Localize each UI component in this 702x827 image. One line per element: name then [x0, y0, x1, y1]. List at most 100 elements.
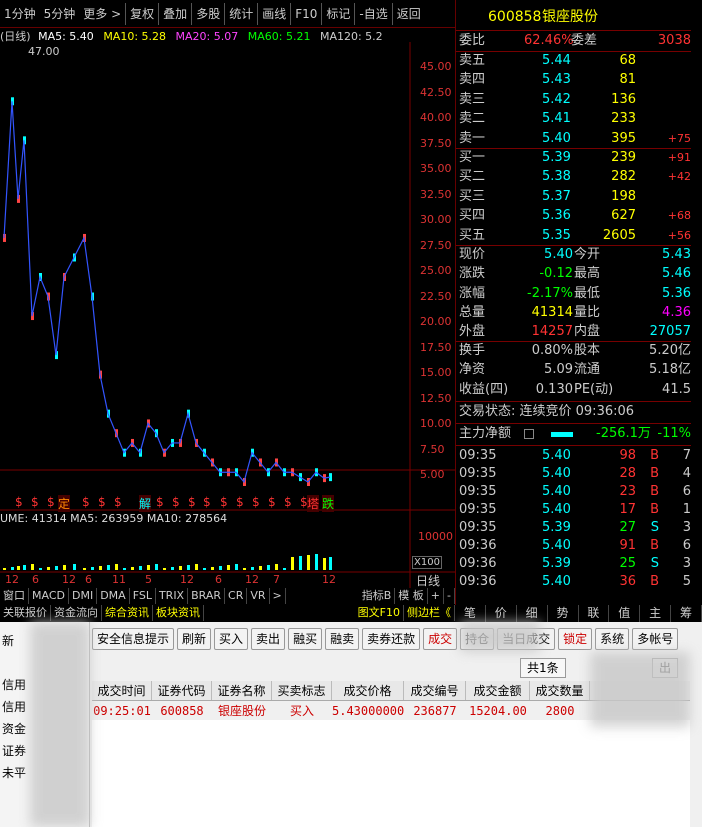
indicator-tab[interactable]: +: [428, 588, 445, 604]
orderbook-volume: 136: [611, 91, 636, 107]
ma60-label: MA60: 5.21: [247, 30, 311, 42]
ma5-label: MA5: 5.40: [38, 30, 94, 42]
indicator-tab[interactable]: -: [444, 588, 455, 604]
indicator-tab[interactable]: FSL: [130, 588, 156, 604]
orderbook-row[interactable]: 卖五 5.44 68: [456, 52, 691, 70]
toolbar-item-draw[interactable]: 画线: [257, 2, 290, 25]
orderbook-row[interactable]: 买二 5.38 282 +42: [456, 168, 691, 186]
toolbar-item-back[interactable]: 返回: [391, 2, 425, 25]
indicator-tab[interactable]: DMA: [97, 588, 130, 604]
table-column-header[interactable]: 证券代码: [152, 681, 212, 700]
indicator-tab[interactable]: CR: [225, 588, 248, 604]
expand-icon[interactable]: [524, 429, 534, 439]
orderbook-row[interactable]: 卖二 5.41 233: [456, 110, 691, 128]
orderbook-volume: 282: [611, 169, 636, 185]
trade-nav-item[interactable]: 资金: [2, 720, 26, 737]
orderbook-row[interactable]: 买四 5.36 627 +68: [456, 207, 691, 225]
trade-button[interactable]: 系统: [595, 628, 630, 650]
quote-tab[interactable]: 主: [640, 605, 672, 622]
quote-tab[interactable]: 势: [548, 605, 579, 622]
tick-count: 6: [682, 538, 691, 553]
indicator-tab[interactable]: 模 板: [395, 588, 428, 604]
trade-button[interactable]: 融买: [288, 628, 323, 650]
indicator-tab[interactable]: 指标B: [359, 588, 396, 604]
tick-time: 09:36: [459, 556, 497, 571]
quote-tab[interactable]: 细: [517, 605, 548, 622]
table-column-header[interactable]: 成交数量: [530, 681, 590, 700]
quote-tab[interactable]: 笔: [455, 605, 486, 622]
volume-bar: [83, 568, 86, 570]
table-column-header[interactable]: 成交时间: [92, 681, 152, 700]
info-tab[interactable]: 综合资讯: [102, 605, 153, 621]
table-column-header[interactable]: 成交价格: [332, 681, 404, 700]
toolbar-item-more[interactable]: 更多 >: [79, 3, 125, 25]
trade-nav-item[interactable]: 信用: [2, 698, 26, 715]
table-column-header[interactable]: 买卖标志: [272, 681, 332, 700]
indicator-tab[interactable]: 窗口: [0, 588, 29, 604]
indicator-tab[interactable]: TRIX: [156, 588, 189, 604]
toolbar-item-overlay[interactable]: 叠加: [158, 2, 191, 25]
orderbook-row[interactable]: 卖四 5.43 81: [456, 71, 691, 89]
trade-nav-item[interactable]: 证券: [2, 742, 26, 759]
info-tab[interactable]: 板块资讯: [153, 605, 204, 621]
orderbook-row[interactable]: 买三 5.37 198: [456, 188, 691, 206]
main-flow-value: -256.1万: [596, 426, 651, 441]
trade-button[interactable]: 成交: [423, 628, 458, 650]
trade-button[interactable]: 安全信息提示: [92, 628, 175, 650]
indicator-tab[interactable]: MACD: [29, 588, 69, 604]
toolbar-item-1min[interactable]: 1分钟: [0, 3, 40, 25]
toolbar-item-watchlist[interactable]: -自选: [354, 2, 391, 25]
date-axis-label[interactable]: 日线: [416, 572, 440, 589]
indicator-tab[interactable]: VR: [247, 588, 270, 604]
quote-tab[interactable]: 筹: [671, 605, 702, 622]
orderbook-row[interactable]: 卖三 5.42 136: [456, 91, 691, 109]
trade-nav-item[interactable]: 信用: [2, 676, 26, 693]
stat-label: 涨幅: [459, 285, 486, 301]
tick-row: 09:36 5.40 91 B 6: [456, 537, 691, 555]
table-column-header[interactable]: 成交金额: [466, 681, 530, 700]
info-tab[interactable]: 关联报价: [0, 605, 51, 621]
orderbook-price: 5.36: [542, 208, 571, 224]
quote-tab[interactable]: 联: [579, 605, 610, 622]
trade-button[interactable]: 卖出: [251, 628, 286, 650]
toolbar-item-stats[interactable]: 统计: [224, 2, 257, 25]
stat-value: 5.09: [544, 362, 573, 378]
trade-nav-item[interactable]: 新: [2, 632, 14, 649]
orderbook-row[interactable]: 买一 5.39 239 +91: [456, 149, 691, 167]
price-tick-label: 45.00: [420, 60, 452, 73]
stat-value: 5.20亿: [649, 343, 691, 358]
trade-toolbar: 安全信息提示刷新买入卖出融买融卖卖券还款成交持仓当日成交锁定系统多帐号: [92, 628, 679, 650]
indicator-tab[interactable]: DMI: [69, 588, 98, 604]
info-tab[interactable]: 侧边栏《: [404, 605, 455, 621]
trade-button[interactable]: 锁定: [558, 628, 593, 650]
orderbook-row[interactable]: 卖一 5.40 395 +75: [456, 130, 691, 148]
stat-value: 5.40: [544, 247, 573, 262]
trade-button[interactable]: 刷新: [177, 628, 212, 650]
trade-button[interactable]: 多帐号: [632, 628, 679, 650]
date-tick-label: 11: [112, 573, 126, 586]
info-tab[interactable]: 资金流向: [51, 605, 102, 621]
toolbar-item-f10[interactable]: F10: [290, 2, 321, 25]
indicator-tab[interactable]: >: [270, 588, 286, 604]
toolbar-item-mark[interactable]: 标记: [321, 2, 354, 25]
tick-count: 1: [682, 502, 691, 517]
orderbook-row[interactable]: 买五 5.35 2605 +56: [456, 227, 691, 245]
table-column-header[interactable]: 证券名称: [212, 681, 272, 700]
quote-tab[interactable]: 价: [486, 605, 517, 622]
volume-bar: [99, 566, 102, 570]
trade-nav-item[interactable]: 未平: [2, 764, 26, 781]
info-tab[interactable]: 图文F10: [355, 605, 404, 621]
table-column-header[interactable]: 成交编号: [404, 681, 466, 700]
trade-button[interactable]: 融卖: [325, 628, 360, 650]
trade-button[interactable]: 卖券还款: [362, 628, 421, 650]
orderbook-price: 5.35: [542, 227, 571, 243]
toolbar-item-5min[interactable]: 5分钟: [40, 3, 80, 25]
price-tick-label: 42.50: [420, 85, 452, 99]
price-tick-label: 25.00: [420, 264, 452, 277]
toolbar-item-fuquan[interactable]: 复权: [125, 2, 158, 25]
indicator-tab[interactable]: BRAR: [188, 588, 226, 604]
quote-tab[interactable]: 值: [609, 605, 641, 622]
trade-button[interactable]: 买入: [214, 628, 249, 650]
orderbook-change: +68: [667, 209, 691, 223]
toolbar-item-multi[interactable]: 多股: [191, 2, 224, 25]
